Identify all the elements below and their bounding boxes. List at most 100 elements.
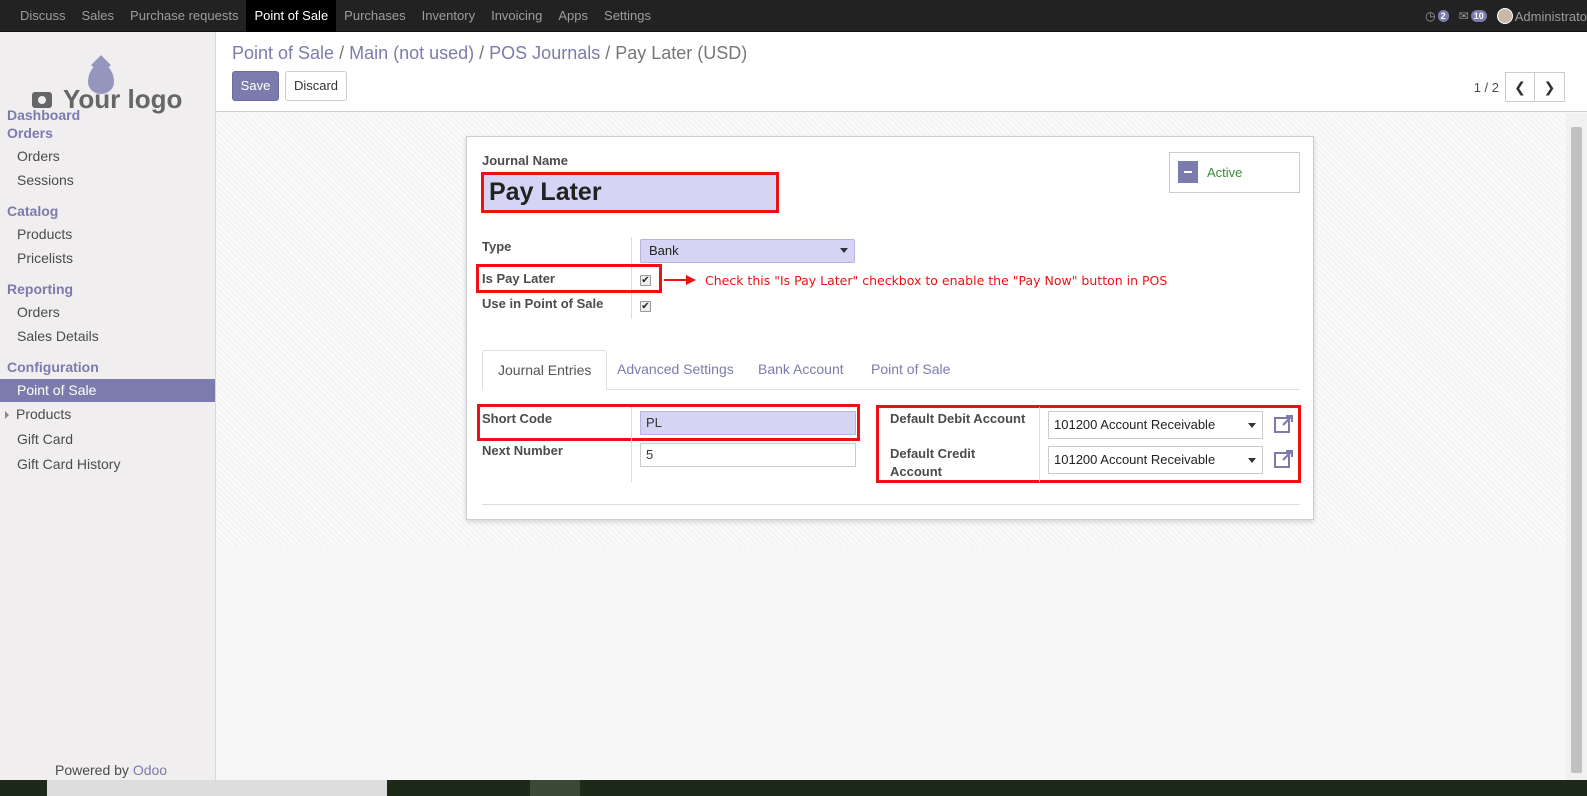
activity-count: 2 bbox=[1437, 10, 1449, 22]
menu-sales[interactable]: Sales bbox=[74, 0, 123, 32]
sidebar-item-pricelists[interactable]: Pricelists bbox=[0, 247, 215, 270]
sidebar-dashboard[interactable]: Dashboard bbox=[7, 107, 80, 123]
type-label: Type bbox=[482, 239, 512, 254]
sidebar-section-orders: Orders bbox=[7, 125, 53, 141]
external-link-icon[interactable] bbox=[1273, 448, 1295, 470]
taskbar-window[interactable] bbox=[530, 780, 580, 796]
pager: 1 / 2 ❮ ❯ bbox=[1474, 72, 1565, 102]
sidebar-item-config-products[interactable]: Products bbox=[0, 403, 215, 426]
menu-point-of-sale[interactable]: Point of Sale bbox=[246, 0, 337, 32]
control-panel: Point of Sale / Main (not used) / POS Journa… bbox=[216, 32, 1587, 112]
tab-bank-account[interactable]: Bank Account bbox=[743, 350, 859, 390]
pager-previous-button[interactable]: ❮ bbox=[1505, 72, 1535, 102]
breadcrumb-pos-journals[interactable]: POS Journals bbox=[489, 43, 600, 63]
sidebar-item-sessions[interactable]: Sessions bbox=[0, 169, 215, 192]
use-in-pos-label: Use in Point of Sale bbox=[482, 296, 604, 311]
next-number-label: Next Number bbox=[482, 443, 563, 458]
chevron-left-icon: ❮ bbox=[1514, 78, 1526, 95]
field-divider bbox=[631, 407, 632, 482]
caret-right-icon bbox=[5, 411, 9, 419]
dropdown-arrow-icon bbox=[1248, 458, 1256, 463]
archive-icon bbox=[1178, 161, 1198, 183]
messages-count: 10 bbox=[1470, 10, 1487, 22]
sidebar-section-reporting: Reporting bbox=[7, 281, 74, 297]
menu-purchases[interactable]: Purchases bbox=[336, 0, 413, 32]
menu-invoicing[interactable]: Invoicing bbox=[483, 0, 550, 32]
dropdown-arrow-icon bbox=[840, 248, 848, 253]
default-debit-select[interactable]: 101200 Account Receivable bbox=[1048, 411, 1263, 439]
sidebar-item-products[interactable]: Products bbox=[0, 223, 215, 246]
activity-icon: ◷ bbox=[1425, 9, 1436, 23]
is-pay-later-checkbox[interactable]: ✔ bbox=[640, 275, 651, 286]
menu-apps[interactable]: Apps bbox=[550, 0, 596, 32]
pager-next-button[interactable]: ❯ bbox=[1535, 72, 1565, 102]
discard-button[interactable]: Discard bbox=[285, 71, 347, 101]
tab-point-of-sale[interactable]: Point of Sale bbox=[856, 350, 965, 390]
scrollbar[interactable] bbox=[1566, 113, 1587, 780]
next-number-input[interactable]: 5 bbox=[640, 443, 856, 467]
breadcrumb-separator: / bbox=[479, 43, 485, 63]
sidebar-item-gift-card-history[interactable]: Gift Card History bbox=[0, 453, 215, 476]
sidebar-section-catalog: Catalog bbox=[7, 203, 59, 219]
activity-button[interactable]: ◷ 2 bbox=[1425, 9, 1449, 23]
short-code-label: Short Code bbox=[482, 411, 553, 426]
user-menu[interactable]: Administrato bbox=[1496, 8, 1587, 24]
breadcrumb: Point of Sale / Main (not used) / POS Journa… bbox=[232, 43, 747, 64]
tab-advanced-settings[interactable]: Advanced Settings bbox=[602, 350, 749, 390]
menu-purchase-requests[interactable]: Purchase requests bbox=[122, 0, 246, 32]
external-link-icon[interactable] bbox=[1273, 413, 1295, 435]
sidebar-item-label: Products bbox=[16, 406, 72, 422]
short-code-input[interactable]: PL bbox=[640, 411, 856, 435]
menu-discuss[interactable]: Discuss bbox=[12, 0, 74, 32]
type-value: Bank bbox=[649, 243, 679, 258]
systray: ◷ 2 ✉ 10 Administrato bbox=[1425, 0, 1587, 32]
pager-value[interactable]: 1 / 2 bbox=[1474, 80, 1499, 95]
powered-by-label: Powered by bbox=[55, 762, 129, 778]
type-select[interactable]: Bank bbox=[640, 239, 855, 263]
dropdown-arrow-icon bbox=[1248, 423, 1256, 428]
default-credit-value: 101200 Account Receivable bbox=[1054, 452, 1216, 467]
menu-settings[interactable]: Settings bbox=[596, 0, 659, 32]
sidebar-item-orders[interactable]: Orders bbox=[0, 145, 215, 168]
default-debit-label: Default Debit Account bbox=[890, 411, 1026, 426]
form-sheet: Journal Name Pay Later Active Type Bank … bbox=[466, 136, 1314, 520]
sidebar-item-sales-details[interactable]: Sales Details bbox=[0, 325, 215, 348]
user-name: Administrato bbox=[1514, 8, 1587, 24]
default-credit-select[interactable]: 101200 Account Receivable bbox=[1048, 446, 1263, 474]
logo-text: Your logo bbox=[63, 84, 183, 114]
breadcrumb-separator: / bbox=[339, 43, 345, 63]
scrollbar-thumb[interactable] bbox=[1571, 127, 1582, 773]
form-divider bbox=[482, 504, 1300, 505]
save-button[interactable]: Save bbox=[232, 71, 279, 101]
sidebar-item-point-of-sale[interactable]: Point of Sale bbox=[0, 379, 215, 402]
avatar bbox=[1496, 8, 1513, 24]
app-menu: Discuss Sales Purchase requests Point of… bbox=[12, 0, 659, 32]
annotation-arrow-icon bbox=[664, 275, 696, 285]
os-taskbar bbox=[0, 780, 1587, 796]
notebook-tabs: Journal Entries Advanced Settings Bank A… bbox=[482, 350, 1300, 390]
active-toggle-button[interactable]: Active bbox=[1169, 152, 1300, 193]
use-in-pos-checkbox[interactable]: ✔ bbox=[640, 301, 651, 312]
active-label: Active bbox=[1207, 165, 1243, 180]
tab-journal-entries[interactable]: Journal Entries bbox=[482, 350, 608, 390]
default-debit-value: 101200 Account Receivable bbox=[1054, 417, 1216, 432]
camera-icon bbox=[32, 92, 52, 108]
default-credit-label: Default Credit Account bbox=[890, 446, 976, 479]
breadcrumb-point-of-sale[interactable]: Point of Sale bbox=[232, 43, 334, 63]
sidebar: Your logo Dashboard Orders Orders Sessio… bbox=[0, 32, 216, 780]
sidebar-item-gift-card[interactable]: Gift Card bbox=[0, 428, 215, 451]
breadcrumb-current: Pay Later (USD) bbox=[615, 43, 748, 63]
taskbar-window[interactable] bbox=[47, 780, 387, 796]
journal-name-field[interactable]: Pay Later bbox=[481, 172, 779, 213]
sidebar-item-report-orders[interactable]: Orders bbox=[0, 301, 215, 324]
breadcrumb-separator: / bbox=[605, 43, 611, 63]
field-divider bbox=[1039, 407, 1040, 482]
menu-inventory[interactable]: Inventory bbox=[414, 0, 483, 32]
odoo-link[interactable]: Odoo bbox=[133, 762, 167, 778]
is-pay-later-label: Is Pay Later bbox=[482, 271, 555, 286]
journal-name-label: Journal Name bbox=[482, 153, 568, 168]
top-navbar: Discuss Sales Purchase requests Point of… bbox=[0, 0, 1587, 32]
messages-button[interactable]: ✉ 10 bbox=[1459, 9, 1487, 23]
breadcrumb-main[interactable]: Main (not used) bbox=[349, 43, 474, 63]
powered-by: Powered by Odoo bbox=[55, 762, 167, 778]
